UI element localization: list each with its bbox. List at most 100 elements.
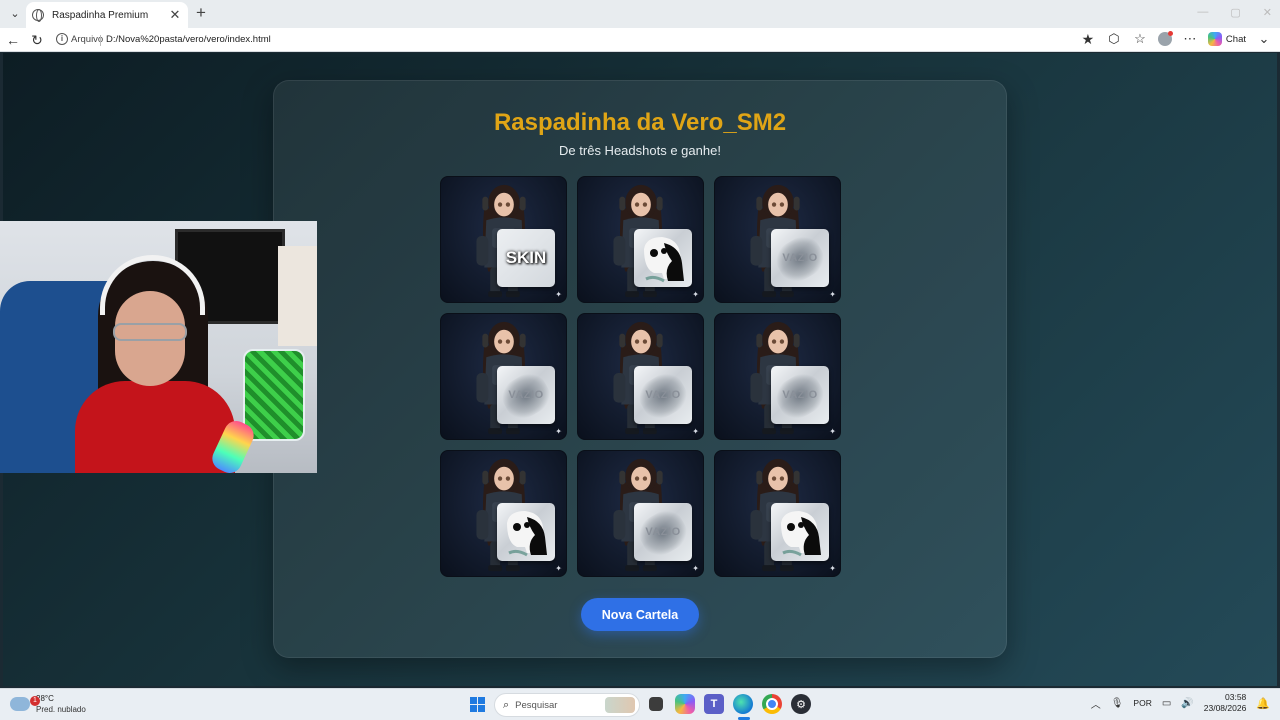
weather-temperature: 28°C — [36, 694, 54, 703]
network-icon[interactable]: ▭ — [1162, 698, 1171, 709]
edge-icon[interactable] — [733, 694, 753, 714]
toolbar-icons: ★ ⬡ ☆ ⋯ Chat ⌄ — [1080, 31, 1272, 47]
window-controls: — ▢ ✕ — [1197, 6, 1272, 19]
sparkle-icon: ✦ — [829, 290, 836, 299]
empty-prize-badge: VAZIO — [634, 503, 692, 561]
tray-chevron-up-icon[interactable]: ︿ — [1091, 696, 1101, 711]
sparkle-icon: ✦ — [692, 427, 699, 436]
sparkle-icon: ✦ — [829, 427, 836, 436]
page-title: Raspadinha da Vero_SM2 — [493, 109, 787, 136]
scratch-cell[interactable]: VAZIO ✦ — [440, 313, 567, 440]
sparkle-icon: ✦ — [555, 564, 562, 573]
microphone-icon[interactable]: 🎙 — [1111, 698, 1124, 709]
language-indicator[interactable]: POR — [1133, 698, 1151, 708]
headshot-badge — [634, 229, 692, 287]
weather-widget[interactable]: 1 28°C Pred. nublado — [10, 693, 86, 715]
back-arrow-icon[interactable]: ← — [4, 31, 22, 49]
site-info-icon[interactable]: i — [56, 33, 68, 45]
minimize-icon[interactable]: — — [1197, 6, 1208, 19]
scratch-cell[interactable]: VAZIO ✦ — [577, 313, 704, 440]
page-subtitle: De três Headshots e ganhe! — [559, 143, 721, 158]
weather-alert-badge: 1 — [30, 696, 40, 706]
scratch-cell[interactable]: ✦ — [440, 450, 567, 577]
webcam-overlay — [0, 221, 317, 473]
skin-prize-badge: SKIN — [497, 229, 555, 287]
start-windows-icon[interactable] — [470, 697, 485, 712]
scratch-cell[interactable]: VAZIO ✦ — [577, 450, 704, 577]
empty-prize-badge: VAZIO — [771, 229, 829, 287]
webcam-jar — [243, 349, 305, 441]
headshot-badge — [771, 503, 829, 561]
taskbar: 1 28°C Pred. nublado ⌕ Pesquisar T ⚙ ︿ 🎙… — [0, 688, 1280, 720]
headshot-skull-icon — [644, 237, 684, 283]
chevron-down-icon[interactable]: ⌄ — [1256, 31, 1272, 47]
clock-time: 03:58 — [1225, 692, 1247, 702]
scratch-cell[interactable]: VAZIO ✦ — [714, 176, 841, 303]
empty-prize-badge: VAZIO — [771, 366, 829, 424]
search-placeholder: Pesquisar — [515, 699, 558, 711]
window-close-icon[interactable]: ✕ — [1263, 6, 1272, 19]
tab-close-icon[interactable]: ✕ — [168, 7, 182, 23]
sparkle-icon: ✦ — [692, 290, 699, 299]
chat-button[interactable]: Chat — [1226, 34, 1246, 45]
globe-icon — [32, 9, 44, 22]
vazio-label: VAZIO — [782, 389, 818, 401]
tab-title: Raspadinha Premium — [52, 9, 149, 21]
empty-prize-badge: VAZIO — [497, 366, 555, 424]
browser-tab-strip: ⌄ Raspadinha Premium ✕ + — ▢ ✕ — [0, 0, 1280, 28]
taskbar-apps: T ⚙ — [646, 694, 811, 714]
vazio-label: VAZIO — [508, 389, 544, 401]
extensions-icon[interactable]: ⬡ — [1106, 31, 1122, 47]
new-tab-button[interactable]: + — [192, 4, 210, 22]
notification-bell-icon[interactable]: 🔔 — [1256, 697, 1270, 710]
new-card-button[interactable]: Nova Cartela — [581, 598, 699, 631]
scratch-grid: SKIN ✦ ✦ VAZIO ✦ VAZIO ✦ VAZIO ✦ VAZIO ✦… — [440, 176, 842, 578]
url-field[interactable]: D:/Nova%20pasta/vero/vero/index.html — [106, 34, 271, 45]
url-separator — [100, 35, 101, 46]
profile-avatar[interactable] — [1157, 31, 1173, 46]
favorites-icon[interactable]: ☆ — [1132, 31, 1148, 47]
maximize-icon[interactable]: ▢ — [1230, 6, 1240, 19]
search-highlight-art — [605, 697, 635, 713]
clock[interactable]: 03:58 23/08/2026 — [1204, 692, 1247, 714]
clock-date: 23/08/2026 — [1203, 703, 1247, 713]
address-bar: ← ↻ i Arquivo D:/Nova%20pasta/vero/vero/… — [0, 28, 1280, 52]
webcam-streamer — [70, 255, 240, 473]
vazio-label: VAZIO — [645, 389, 681, 401]
copilot-app-icon[interactable] — [675, 694, 695, 714]
taskbar-search[interactable]: ⌕ Pesquisar — [494, 693, 640, 717]
cloud-icon — [10, 697, 30, 711]
more-menu-icon[interactable]: ⋯ — [1182, 31, 1198, 47]
favorite-star-icon[interactable]: ★ — [1080, 31, 1096, 47]
volume-icon[interactable]: 🔊 — [1181, 698, 1193, 709]
headshot-badge — [497, 503, 555, 561]
skin-label: SKIN — [505, 248, 547, 267]
tab-list-chevron-icon[interactable]: ⌄ — [6, 5, 24, 23]
scratch-cell[interactable]: ✦ — [577, 176, 704, 303]
system-tray: ︿ 🎙 POR ▭ 🔊 03:58 23/08/2026 🔔 — [1091, 692, 1270, 714]
headshot-skull-icon — [507, 511, 547, 557]
url-scheme-label: Arquivo — [71, 34, 104, 45]
sparkle-icon: ✦ — [555, 427, 562, 436]
headshot-skull-icon — [781, 511, 821, 557]
sparkle-icon: ✦ — [692, 564, 699, 573]
scratch-card-panel: Raspadinha da Vero_SM2 De três Headshots… — [273, 80, 1007, 658]
reload-icon[interactable]: ↻ — [28, 31, 46, 49]
scratch-cell[interactable]: SKIN ✦ — [440, 176, 567, 303]
vazio-label: VAZIO — [782, 252, 818, 264]
empty-prize-badge: VAZIO — [634, 366, 692, 424]
chrome-icon[interactable] — [762, 694, 782, 714]
sparkle-icon: ✦ — [555, 290, 562, 299]
webcam-shelf — [278, 246, 317, 346]
teams-icon[interactable]: T — [704, 694, 724, 714]
search-icon: ⌕ — [503, 698, 510, 711]
sparkle-icon: ✦ — [829, 564, 836, 573]
vazio-label: VAZIO — [645, 526, 681, 538]
steam-icon[interactable]: ⚙ — [791, 694, 811, 714]
weather-condition: Pred. nublado — [36, 705, 86, 714]
file-explorer-icon[interactable] — [649, 697, 663, 711]
scratch-cell[interactable]: ✦ — [714, 450, 841, 577]
tab-raspadinha[interactable]: Raspadinha Premium ✕ — [26, 2, 188, 28]
copilot-icon[interactable] — [1207, 32, 1222, 46]
scratch-cell[interactable]: VAZIO ✦ — [714, 313, 841, 440]
